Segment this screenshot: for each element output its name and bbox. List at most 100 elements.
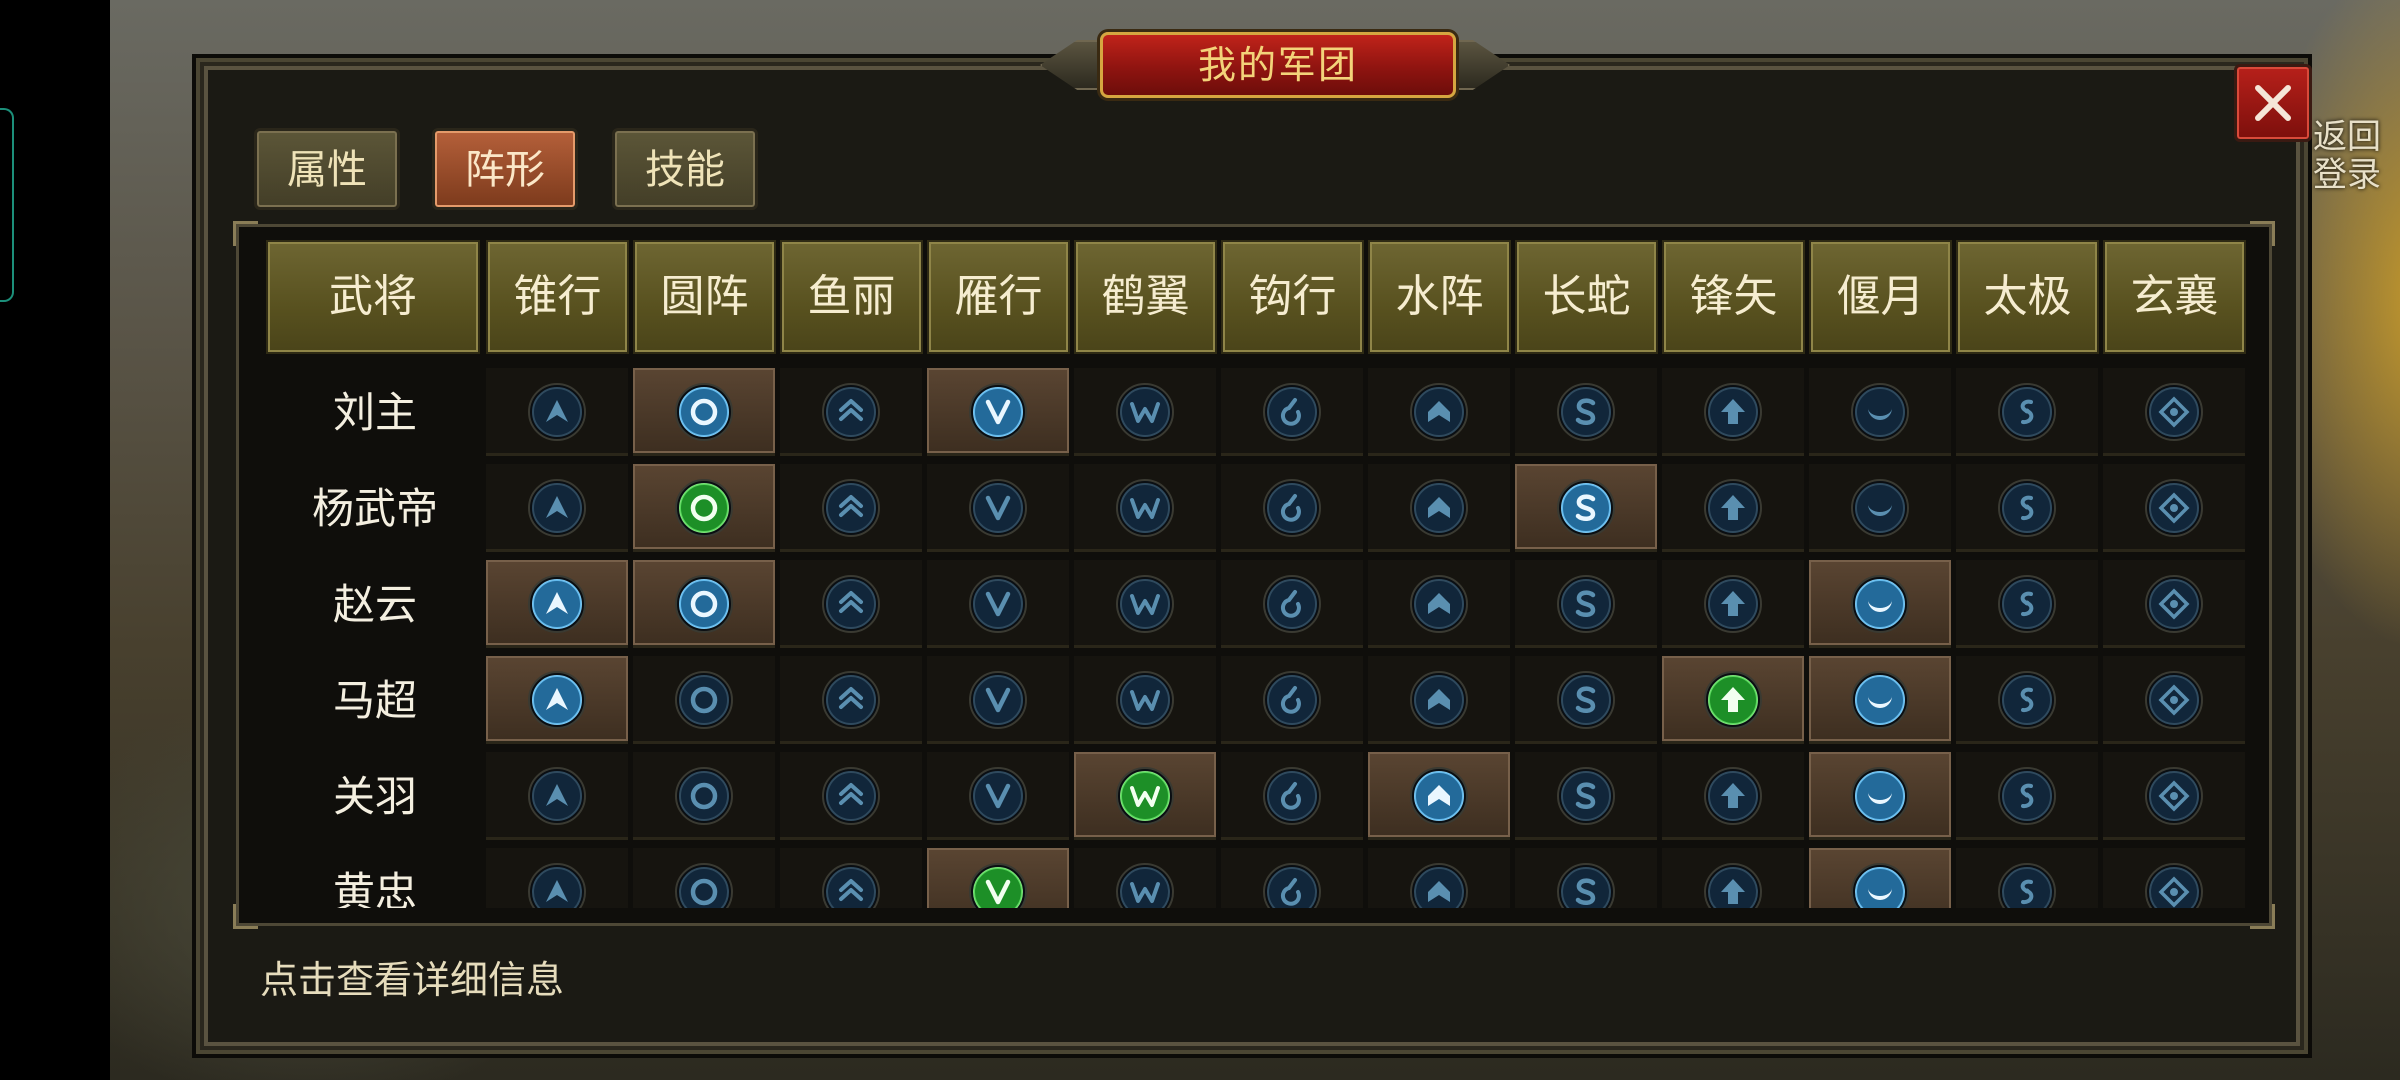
formation-chevron-icon [527, 766, 587, 826]
formation-cell[interactable] [1074, 560, 1216, 648]
formation-cell[interactable] [1809, 752, 1951, 840]
formation-cell[interactable] [1956, 848, 2098, 908]
general-name[interactable]: 关羽 [266, 750, 484, 844]
formation-cell[interactable] [486, 848, 628, 908]
formation-cell[interactable] [1368, 848, 1510, 908]
close-button[interactable] [2234, 64, 2312, 142]
formation-cell[interactable] [1221, 368, 1363, 456]
tab-skills[interactable]: 技能 [612, 128, 758, 210]
formation-arrow-icon [1703, 670, 1763, 730]
formation-cell[interactable] [633, 560, 775, 648]
formation-cell[interactable] [633, 656, 775, 744]
formation-cell[interactable] [2103, 464, 2245, 552]
formation-cell[interactable] [633, 752, 775, 840]
formation-cell[interactable] [2103, 560, 2245, 648]
column-header-diamond: 玄襄 [2103, 240, 2246, 354]
formation-cell[interactable] [1074, 368, 1216, 456]
formation-cell[interactable] [1515, 368, 1657, 456]
formation-cell[interactable] [1515, 464, 1657, 552]
formation-cell[interactable] [1221, 752, 1363, 840]
formation-cell[interactable] [1221, 560, 1363, 648]
formation-cell[interactable] [2103, 656, 2245, 744]
formation-cell[interactable] [1956, 464, 2098, 552]
formation-cell[interactable] [1809, 560, 1951, 648]
side-drawer-handle[interactable] [0, 108, 14, 302]
formation-cell[interactable] [633, 464, 775, 552]
formation-cell[interactable] [486, 464, 628, 552]
formation-cell[interactable] [1368, 560, 1510, 648]
tab-attributes[interactable]: 属性 [254, 128, 400, 210]
formation-cell[interactable] [927, 656, 1069, 744]
formation-cell[interactable] [1662, 464, 1804, 552]
formation-cell[interactable] [1662, 752, 1804, 840]
formation-crescent-icon [1850, 382, 1910, 442]
formation-cell[interactable] [1515, 656, 1657, 744]
formation-cell[interactable] [927, 464, 1069, 552]
formation-w-icon [1115, 574, 1175, 634]
formation-cell[interactable] [1515, 752, 1657, 840]
frame-corner [233, 221, 258, 246]
formation-cell[interactable] [2103, 368, 2245, 456]
general-name[interactable]: 黄忠 [266, 846, 484, 908]
formation-cell[interactable] [1074, 752, 1216, 840]
formation-cell[interactable] [927, 752, 1069, 840]
formation-cell[interactable] [633, 368, 775, 456]
column-header-arrow: 锋矢 [1662, 240, 1805, 354]
formation-v-icon [968, 574, 1028, 634]
formation-cell[interactable] [1221, 464, 1363, 552]
column-header-w: 鹤翼 [1074, 240, 1217, 354]
formation-cell[interactable] [1662, 368, 1804, 456]
formation-cell[interactable] [780, 368, 922, 456]
formation-cell[interactable] [1221, 656, 1363, 744]
formation-hook-icon [1262, 766, 1322, 826]
formation-cell[interactable] [1956, 752, 2098, 840]
formation-cell[interactable] [1368, 464, 1510, 552]
formation-cell[interactable] [1515, 560, 1657, 648]
formation-cell[interactable] [1956, 656, 2098, 744]
formation-table[interactable]: 武将 锥行 圆阵 鱼丽 雁行 鹤翼 钩行 水阵 长蛇 锋矢 偃月 太极 玄襄 刘主 杨武帝 赵云 马超 关羽 黄忠 [266, 240, 2246, 908]
formation-cell[interactable] [1809, 368, 1951, 456]
formation-cell[interactable] [1662, 560, 1804, 648]
formation-s-icon [1556, 478, 1616, 538]
general-name[interactable]: 刘主 [266, 366, 484, 460]
formation-cell[interactable] [1662, 848, 1804, 908]
formation-cell[interactable] [1515, 848, 1657, 908]
formation-cell[interactable] [1221, 848, 1363, 908]
formation-cell[interactable] [1074, 464, 1216, 552]
formation-cell[interactable] [486, 752, 628, 840]
formation-cell[interactable] [927, 560, 1069, 648]
formation-cell[interactable] [780, 848, 922, 908]
formation-cell[interactable] [1809, 848, 1951, 908]
close-icon [2255, 85, 2291, 121]
formation-ring-icon [674, 478, 734, 538]
formation-crescent-icon [1850, 574, 1910, 634]
formation-cell[interactable] [486, 560, 628, 648]
formation-cell[interactable] [780, 656, 922, 744]
general-name[interactable]: 马超 [266, 654, 484, 748]
formation-cell[interactable] [1956, 368, 2098, 456]
formation-cell[interactable] [486, 656, 628, 744]
formation-cell[interactable] [927, 848, 1069, 908]
formation-cell[interactable] [1809, 656, 1951, 744]
general-name[interactable]: 赵云 [266, 558, 484, 652]
formation-cell[interactable] [1074, 656, 1216, 744]
formation-cell[interactable] [486, 368, 628, 456]
general-name[interactable]: 杨武帝 [266, 462, 484, 556]
formation-cell[interactable] [780, 752, 922, 840]
formation-cell[interactable] [1074, 848, 1216, 908]
formation-cell[interactable] [1809, 464, 1951, 552]
formation-cell[interactable] [780, 464, 922, 552]
tab-formation[interactable]: 阵形 [432, 128, 578, 210]
formation-cell[interactable] [1956, 560, 2098, 648]
formation-cell[interactable] [1662, 656, 1804, 744]
formation-cell[interactable] [780, 560, 922, 648]
formation-s-icon [1556, 766, 1616, 826]
formation-cell[interactable] [1368, 368, 1510, 456]
formation-cell[interactable] [1368, 752, 1510, 840]
formation-cell[interactable] [927, 368, 1069, 456]
formation-cell[interactable] [633, 848, 775, 908]
formation-cell[interactable] [2103, 848, 2245, 908]
formation-s-icon [1556, 862, 1616, 908]
formation-cell[interactable] [2103, 752, 2245, 840]
formation-cell[interactable] [1368, 656, 1510, 744]
